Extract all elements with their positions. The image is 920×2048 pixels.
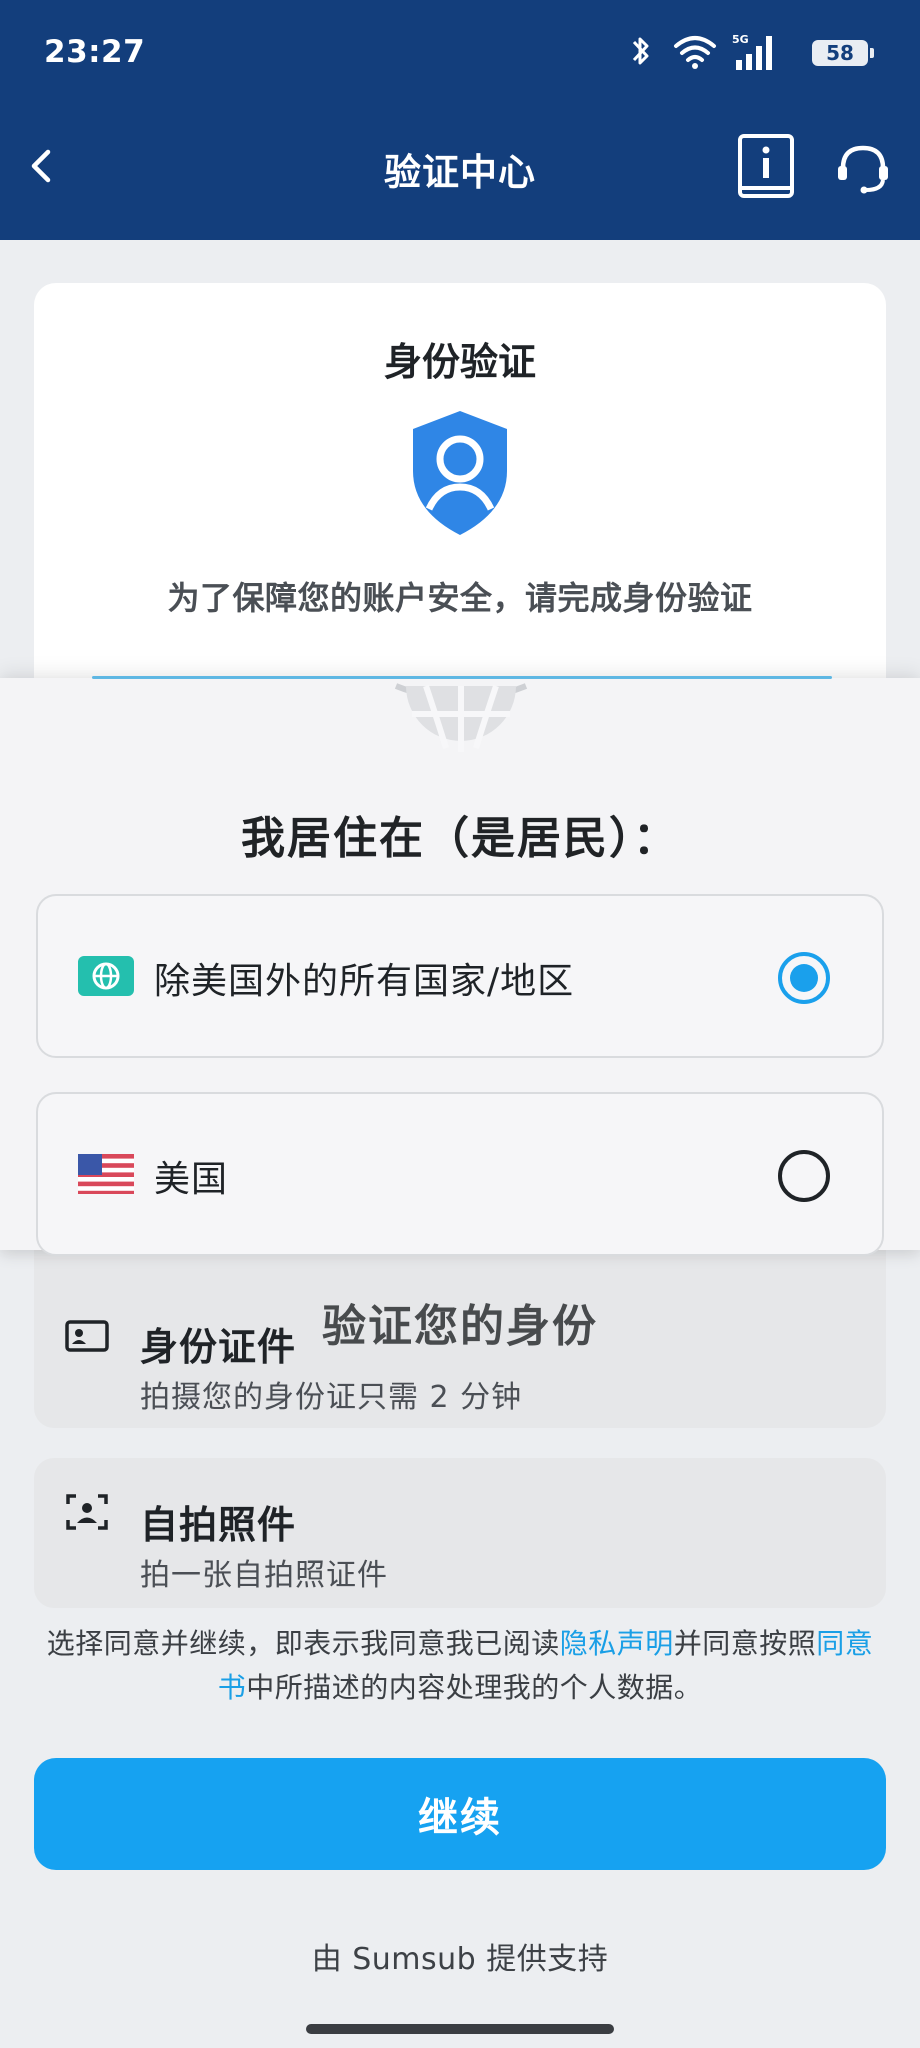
- method-subtitle: 拍一张自拍照证件: [140, 1558, 388, 1593]
- method-title: 自拍照件: [140, 1503, 297, 1547]
- customer-support-icon[interactable]: [834, 140, 892, 196]
- svg-text:5G: 5G: [732, 33, 749, 46]
- consent-text: 选择同意并继续，即表示我同意我已阅读隐私声明并同意按照同意书中所描述的内容处理我…: [40, 1622, 880, 1710]
- us-flag-icon: [78, 1154, 134, 1194]
- battery-indicator: 58: [812, 40, 874, 66]
- radio-unselected[interactable]: [778, 1150, 830, 1202]
- guide-book-icon[interactable]: [736, 132, 796, 202]
- home-indicator[interactable]: [306, 2024, 614, 2034]
- status-time: 23:27: [44, 34, 146, 70]
- consent-part-1: 选择同意并继续，即表示我同意我已阅读: [46, 1627, 560, 1660]
- app-header: 23:27 5G 58 验证中心: [0, 0, 920, 240]
- powered-by-text: 由 Sumsub 提供支持: [311, 1942, 609, 1977]
- consent-part-2: 并同意按照: [673, 1627, 817, 1660]
- methods-heading: 验证您的身份: [322, 1301, 598, 1352]
- wifi-icon: [674, 36, 716, 69]
- option-label: 美国: [154, 1159, 229, 1200]
- method-subtitle: 拍摄您的身份证只需 2 分钟: [140, 1380, 523, 1415]
- consent-part-3: 中所描述的内容处理我的个人数据。: [246, 1671, 703, 1704]
- globe-icon: [78, 956, 134, 996]
- globe-icon: [394, 683, 528, 752]
- card-title: 身份验证: [383, 340, 536, 384]
- method-selfie[interactable]: 自拍照件 拍一张自拍照证件: [34, 1458, 886, 1608]
- residence-option-non-us[interactable]: 除美国外的所有国家/地区: [36, 894, 884, 1058]
- continue-button[interactable]: 继续: [34, 1758, 886, 1870]
- residence-question: 我居住在（是居民）：: [241, 813, 679, 864]
- residence-option-us[interactable]: 美国: [36, 1092, 884, 1256]
- identity-verification-card: 身份验证 为了保障您的账户安全，请完成身份验证: [34, 283, 886, 703]
- bluetooth-icon: [632, 37, 649, 65]
- card-description: 为了保障您的账户安全，请完成身份验证: [167, 579, 753, 617]
- residence-selection-sheet: 我居住在（是居民）： 除美国外的所有国家/地区 美国: [0, 676, 920, 1256]
- selfie-scan-icon: [66, 1494, 108, 1530]
- sheet-accent-line: [92, 676, 832, 679]
- option-label: 除美国外的所有国家/地区: [154, 961, 575, 1002]
- privacy-notice-link[interactable]: 隐私声明: [560, 1627, 674, 1660]
- shield-user-icon: [413, 411, 507, 535]
- radio-selected[interactable]: [778, 952, 830, 1004]
- signal-5g-icon: 5G: [732, 33, 772, 70]
